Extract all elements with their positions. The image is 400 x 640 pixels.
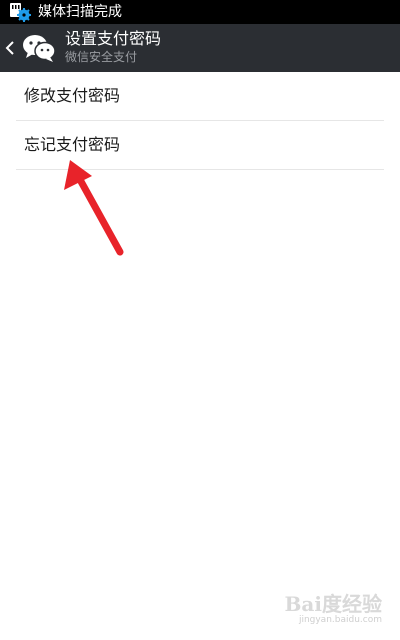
watermark: Bai度经验 jingyan.baidu.com	[285, 593, 382, 626]
page-subtitle: 微信安全支付	[65, 50, 138, 64]
status-bar: 媒体扫描完成	[0, 0, 400, 24]
menu-item-label: 修改支付密码	[24, 86, 121, 105]
screen: 媒体扫描完成 设置支付密码 微信安全支付 修改支付密码 忘记支付密码 Bai度经…	[0, 0, 400, 640]
back-button[interactable]	[0, 24, 64, 72]
page-title: 设置支付密码	[65, 29, 162, 48]
watermark-url: jingyan.baidu.com	[298, 615, 382, 625]
chevron-left-icon	[5, 41, 14, 55]
wechat-logo-icon	[23, 35, 56, 62]
watermark-brand: Bai度经验	[284, 592, 382, 616]
status-notification-text: 媒体扫描完成	[38, 4, 122, 20]
action-bar: 设置支付密码 微信安全支付	[0, 24, 400, 72]
menu-item-change-password[interactable]: 修改支付密码	[16, 72, 384, 121]
media-scan-gear-icon	[10, 3, 31, 22]
annotation-arrow-icon	[64, 160, 124, 256]
